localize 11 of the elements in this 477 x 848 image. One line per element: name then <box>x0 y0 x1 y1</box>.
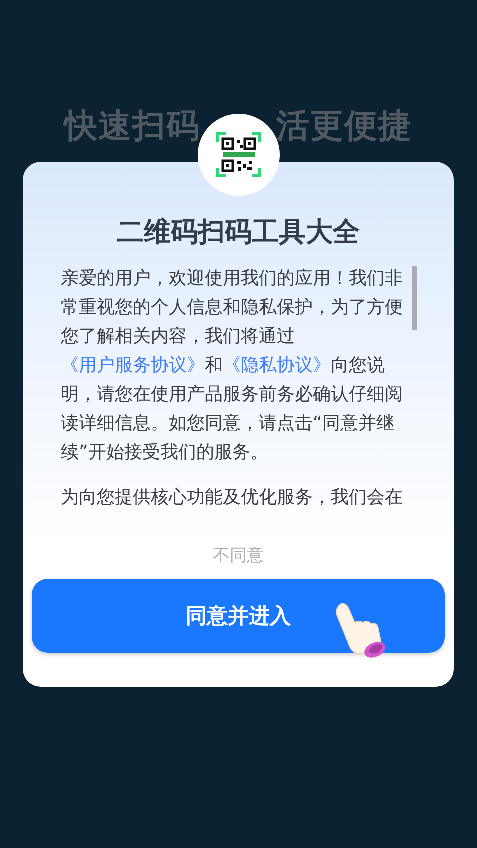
qr-code-icon <box>216 132 262 178</box>
consent-text: 亲爱的用户，欢迎使用我们的应用！我们非常重视您的个人信息和隐私保护，为了方便您了解相关内容，我们将通过 《用户服务协议》和《隐私协议》向您说明，请您在使用产品服务前务必确认仔细阅读详细信息。如您同意，请点击“同意并继续”开始接受我们的服务。 <box>61 267 404 465</box>
scroll-bar[interactable] <box>412 266 417 330</box>
background-heading: 活更便捷 <box>276 105 412 147</box>
agreement-link[interactable]: 《用户服务协议》 <box>61 355 205 376</box>
accept-button[interactable]: 同意并进入 <box>32 579 445 653</box>
agreement-link[interactable]: 《隐私协议》 <box>223 355 331 376</box>
background-heading: 快速扫码 <box>64 105 200 147</box>
dialog-title: 二维码扫码工具大全 <box>117 216 360 250</box>
consent-text: 为向您提供核心功能及优化服务，我们会在 <box>61 486 404 510</box>
decline-button[interactable]: 不同意 <box>207 542 270 569</box>
